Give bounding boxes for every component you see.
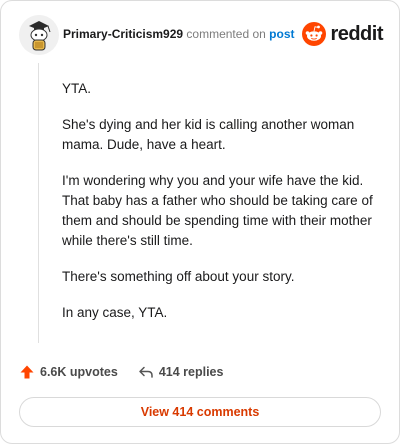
upvote-arrow-icon <box>20 365 34 379</box>
reply-arrow-icon <box>139 366 153 378</box>
view-comments-button[interactable]: View 414 comments <box>19 397 381 427</box>
comment-card: Primary-Criticism929 commented on post r… <box>0 0 400 444</box>
upvote-count: 6.6K upvotes <box>40 365 118 379</box>
comment-paragraph: She's dying and her kid is calling anoth… <box>62 117 355 152</box>
comment-paragraph: In any case, YTA. <box>62 305 168 320</box>
comment-paragraph: YTA. <box>62 81 92 96</box>
author-username[interactable]: Primary-Criticism929 <box>63 27 183 41</box>
post-link[interactable]: post <box>269 27 294 41</box>
thread-line[interactable] <box>38 63 39 343</box>
reddit-logo[interactable]: reddit <box>302 21 383 47</box>
comment-body: YTA. She's dying and her kid is calling … <box>62 79 377 339</box>
reply-count: 414 replies <box>158 365 224 379</box>
comment-paragraph: I'm wondering why you and your wife have… <box>62 173 373 248</box>
view-comments-label: View 414 comments <box>140 405 260 419</box>
comment-paragraph: There's something off about your story. <box>62 269 295 284</box>
reddit-snoo-icon <box>302 22 327 46</box>
comment-actions: 6.6K upvotes 414 replies <box>19 361 243 383</box>
upvote-button[interactable]: 6.6K upvotes <box>19 364 118 380</box>
snoo-avatar-icon <box>19 15 59 55</box>
reddit-wordmark: reddit <box>330 22 383 45</box>
comment-header: Primary-Criticism929 commented on post r… <box>19 15 383 55</box>
user-avatar[interactable] <box>19 15 59 55</box>
author-line: Primary-Criticism929 commented on post <box>63 27 295 41</box>
commented-on-text: commented on <box>186 27 266 41</box>
replies-button[interactable]: 414 replies <box>138 364 224 380</box>
